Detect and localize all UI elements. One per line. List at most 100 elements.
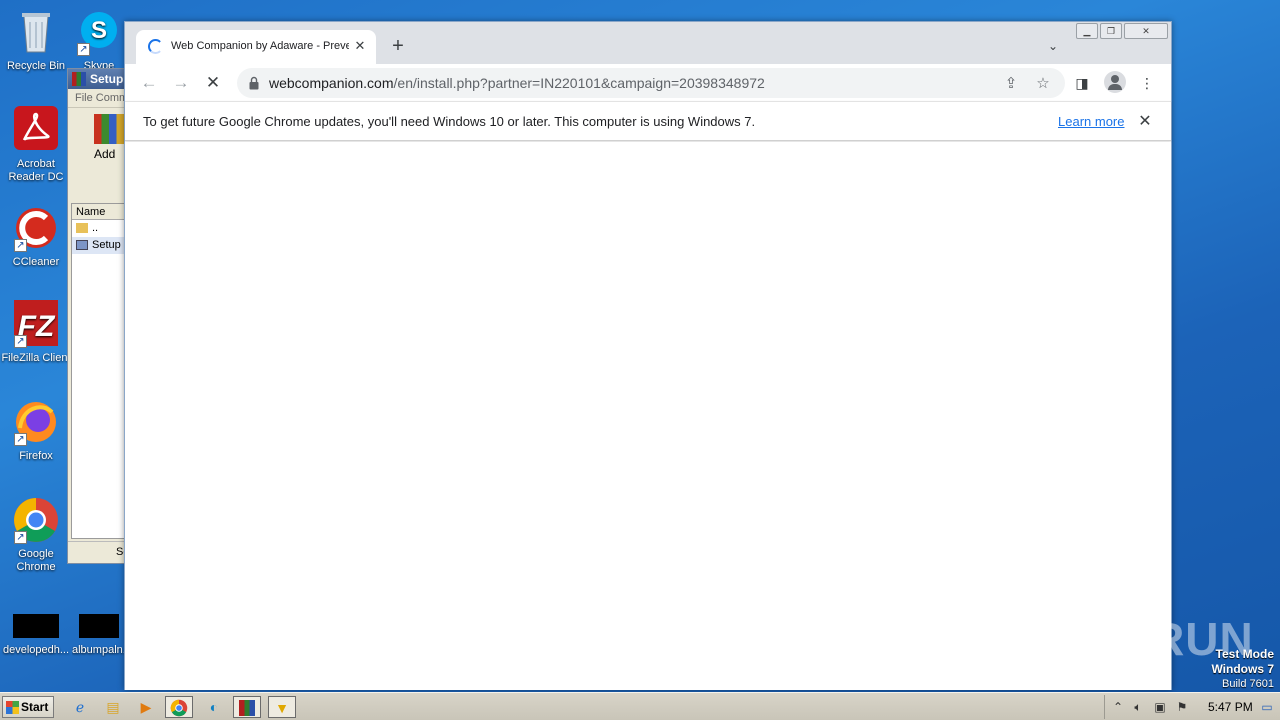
window-close-button[interactable]: ✕: [1124, 23, 1168, 39]
desktop-icon-label: albumpaln...: [72, 644, 126, 656]
desktop-icon-filezilla[interactable]: FZ ↗ FileZilla Client: [0, 300, 74, 365]
start-label: Start: [21, 700, 49, 714]
desktop-icon-recycle-bin[interactable]: Recycle Bin: [0, 8, 74, 73]
desktop-icon-label: developedh...: [2, 644, 70, 656]
desktop-icon-skype[interactable]: S ↗ Skype: [72, 8, 126, 73]
chrome-window[interactable]: Web Companion by Adaware - Preve ✕ + ⌄ ▁…: [124, 21, 1172, 690]
recycle-bin-icon: [12, 8, 60, 56]
system-tray: ⌃ 🔈︎ ▣ ⚑ 5:47 PM ▭: [1104, 695, 1278, 719]
minimize-button[interactable]: ▁: [1076, 23, 1098, 39]
infobar-close-icon[interactable]: ✕: [1135, 112, 1155, 132]
file-icon: [75, 614, 123, 640]
desktop-icon-file-1[interactable]: developedh...: [0, 614, 74, 657]
winrar-status-bar: Se: [68, 541, 126, 563]
taskbar-chrome-button[interactable]: [165, 696, 193, 718]
desktop-icon-label: Recycle Bin: [6, 60, 66, 72]
file-icon: [12, 614, 60, 640]
file-explorer-icon[interactable]: ▤: [99, 696, 127, 718]
desktop-icon-file-2[interactable]: albumpaln...: [72, 614, 126, 657]
winrar-title-bar[interactable]: Setup: [68, 69, 126, 89]
winrar-add-icon: [94, 114, 124, 144]
action-center-flag-icon[interactable]: ⚑: [1173, 698, 1191, 716]
winrar-add-button[interactable]: Add: [94, 147, 126, 161]
edge-icon[interactable]: ◐: [200, 696, 228, 718]
tab-strip: Web Companion by Adaware - Preve ✕ + ⌄ ▁…: [125, 22, 1171, 64]
test-mode-label: Test Mode: [1215, 647, 1274, 661]
stop-loading-button[interactable]: ✕: [202, 72, 224, 94]
shortcut-arrow-icon: ↗: [14, 433, 27, 446]
column-header-name[interactable]: Name: [72, 204, 124, 220]
winrar-icon: [239, 700, 255, 716]
share-icon[interactable]: ⇪: [1002, 75, 1020, 93]
window-controls: ▁ ❐ ✕: [1076, 23, 1168, 39]
clock[interactable]: 5:47 PM: [1208, 700, 1253, 714]
desktop-icon-label: Firefox: [19, 450, 53, 462]
show-hidden-icons-chevron-icon[interactable]: ⌃: [1109, 698, 1127, 716]
learn-more-link[interactable]: Learn more: [1058, 114, 1124, 129]
volume-icon[interactable]: 🔈︎: [1129, 698, 1147, 716]
media-player-icon[interactable]: ▶: [132, 696, 160, 718]
profile-avatar-icon[interactable]: [1104, 71, 1126, 93]
winrar-file-list[interactable]: Name .. Setup: [71, 203, 125, 539]
infobar-message: To get future Google Chrome updates, you…: [143, 114, 756, 129]
network-icon[interactable]: ▣: [1151, 698, 1169, 716]
taskbar: Start ℯ ▤ ▶ ◐ ▼ ⌃ 🔈︎ ▣ ⚑ 5:47 PM ▭: [0, 692, 1280, 720]
folder-up-icon: [76, 223, 88, 233]
winrar-window[interactable]: Setup File Comm Add Name .. Setup Se: [67, 68, 127, 564]
list-item[interactable]: ..: [72, 220, 124, 237]
build-label: Build 7601: [1222, 678, 1274, 690]
desktop-icon-ccleaner[interactable]: ↗ CCleaner: [0, 204, 74, 269]
winrar-menu-bar[interactable]: File Comm: [68, 89, 126, 107]
shortcut-arrow-icon: ↗: [77, 43, 90, 56]
shortcut-arrow-icon: ↗: [14, 335, 27, 348]
shortcut-arrow-icon: ↗: [14, 531, 27, 544]
winrar-icon: [72, 72, 86, 86]
svg-text:S: S: [91, 17, 107, 44]
page-content[interactable]: [125, 142, 1171, 690]
desktop-icon-label: FileZilla Client: [1, 352, 71, 364]
browser-toolbar: ← → ✕ webcompanion.com/en/install.php?pa…: [125, 64, 1171, 101]
desktop-icon-firefox[interactable]: ↗ Firefox: [0, 398, 74, 463]
desktop-icon-label: Google Chrome: [16, 548, 56, 573]
desktop-icon-acrobat[interactable]: Acrobat Reader DC: [0, 106, 74, 184]
exe-file-icon: [76, 240, 88, 250]
internet-explorer-icon[interactable]: ℯ: [66, 696, 94, 718]
start-button[interactable]: Start: [2, 696, 54, 718]
desktop-icon-label: Acrobat Reader DC: [8, 158, 64, 183]
restore-button[interactable]: ❐: [1100, 23, 1122, 39]
os-label: Windows 7: [1211, 662, 1274, 676]
show-desktop-icon[interactable]: ▭: [1258, 698, 1276, 716]
tab-search-chevron-icon[interactable]: ⌄: [1043, 36, 1063, 56]
firefox-icon: ↗: [12, 398, 60, 446]
taskbar-installer-button[interactable]: ▼: [268, 696, 296, 718]
url-text[interactable]: webcompanion.com/en/install.php?partner=…: [269, 75, 765, 91]
side-panel-icon[interactable]: ◨: [1072, 73, 1092, 93]
ccleaner-icon: ↗: [12, 204, 60, 252]
list-item[interactable]: Setup: [72, 237, 124, 254]
winrar-title: Setup: [90, 72, 124, 86]
chrome-icon: [170, 699, 188, 717]
update-infobar: To get future Google Chrome updates, you…: [125, 101, 1171, 141]
loading-spinner-icon: [148, 39, 163, 54]
chrome-icon: ↗: [12, 496, 60, 544]
forward-button[interactable]: →: [170, 72, 192, 94]
tab-title: Web Companion by Adaware - Preve: [171, 40, 349, 52]
bookmark-star-icon[interactable]: ☆: [1034, 75, 1052, 93]
test-mode-notice: Test Mode Windows 7 Build 7601: [1211, 647, 1274, 691]
filezilla-icon: FZ ↗: [12, 300, 60, 348]
url-path: /en/install.php?partner=IN220101&campaig…: [393, 75, 765, 91]
address-bar[interactable]: webcompanion.com/en/install.php?partner=…: [237, 68, 1065, 98]
new-tab-button[interactable]: +: [387, 35, 409, 57]
menu-kebab-icon[interactable]: ⋮: [1137, 73, 1157, 93]
url-domain: webcompanion.com: [269, 75, 394, 91]
lock-icon: [249, 76, 259, 90]
acrobat-icon: [12, 106, 60, 154]
browser-tab[interactable]: Web Companion by Adaware - Preve ✕: [136, 30, 376, 64]
tab-close-icon[interactable]: ✕: [352, 38, 368, 54]
taskbar-winrar-button[interactable]: [233, 696, 261, 718]
desktop: Recycle Bin S ↗ Skype Acrobat Reader DC …: [0, 0, 1280, 692]
skype-icon: S ↗: [75, 8, 123, 56]
back-button[interactable]: ←: [138, 72, 160, 94]
desktop-icon-google-chrome[interactable]: ↗ Google Chrome: [0, 496, 74, 574]
windows-logo-icon: [6, 701, 19, 714]
